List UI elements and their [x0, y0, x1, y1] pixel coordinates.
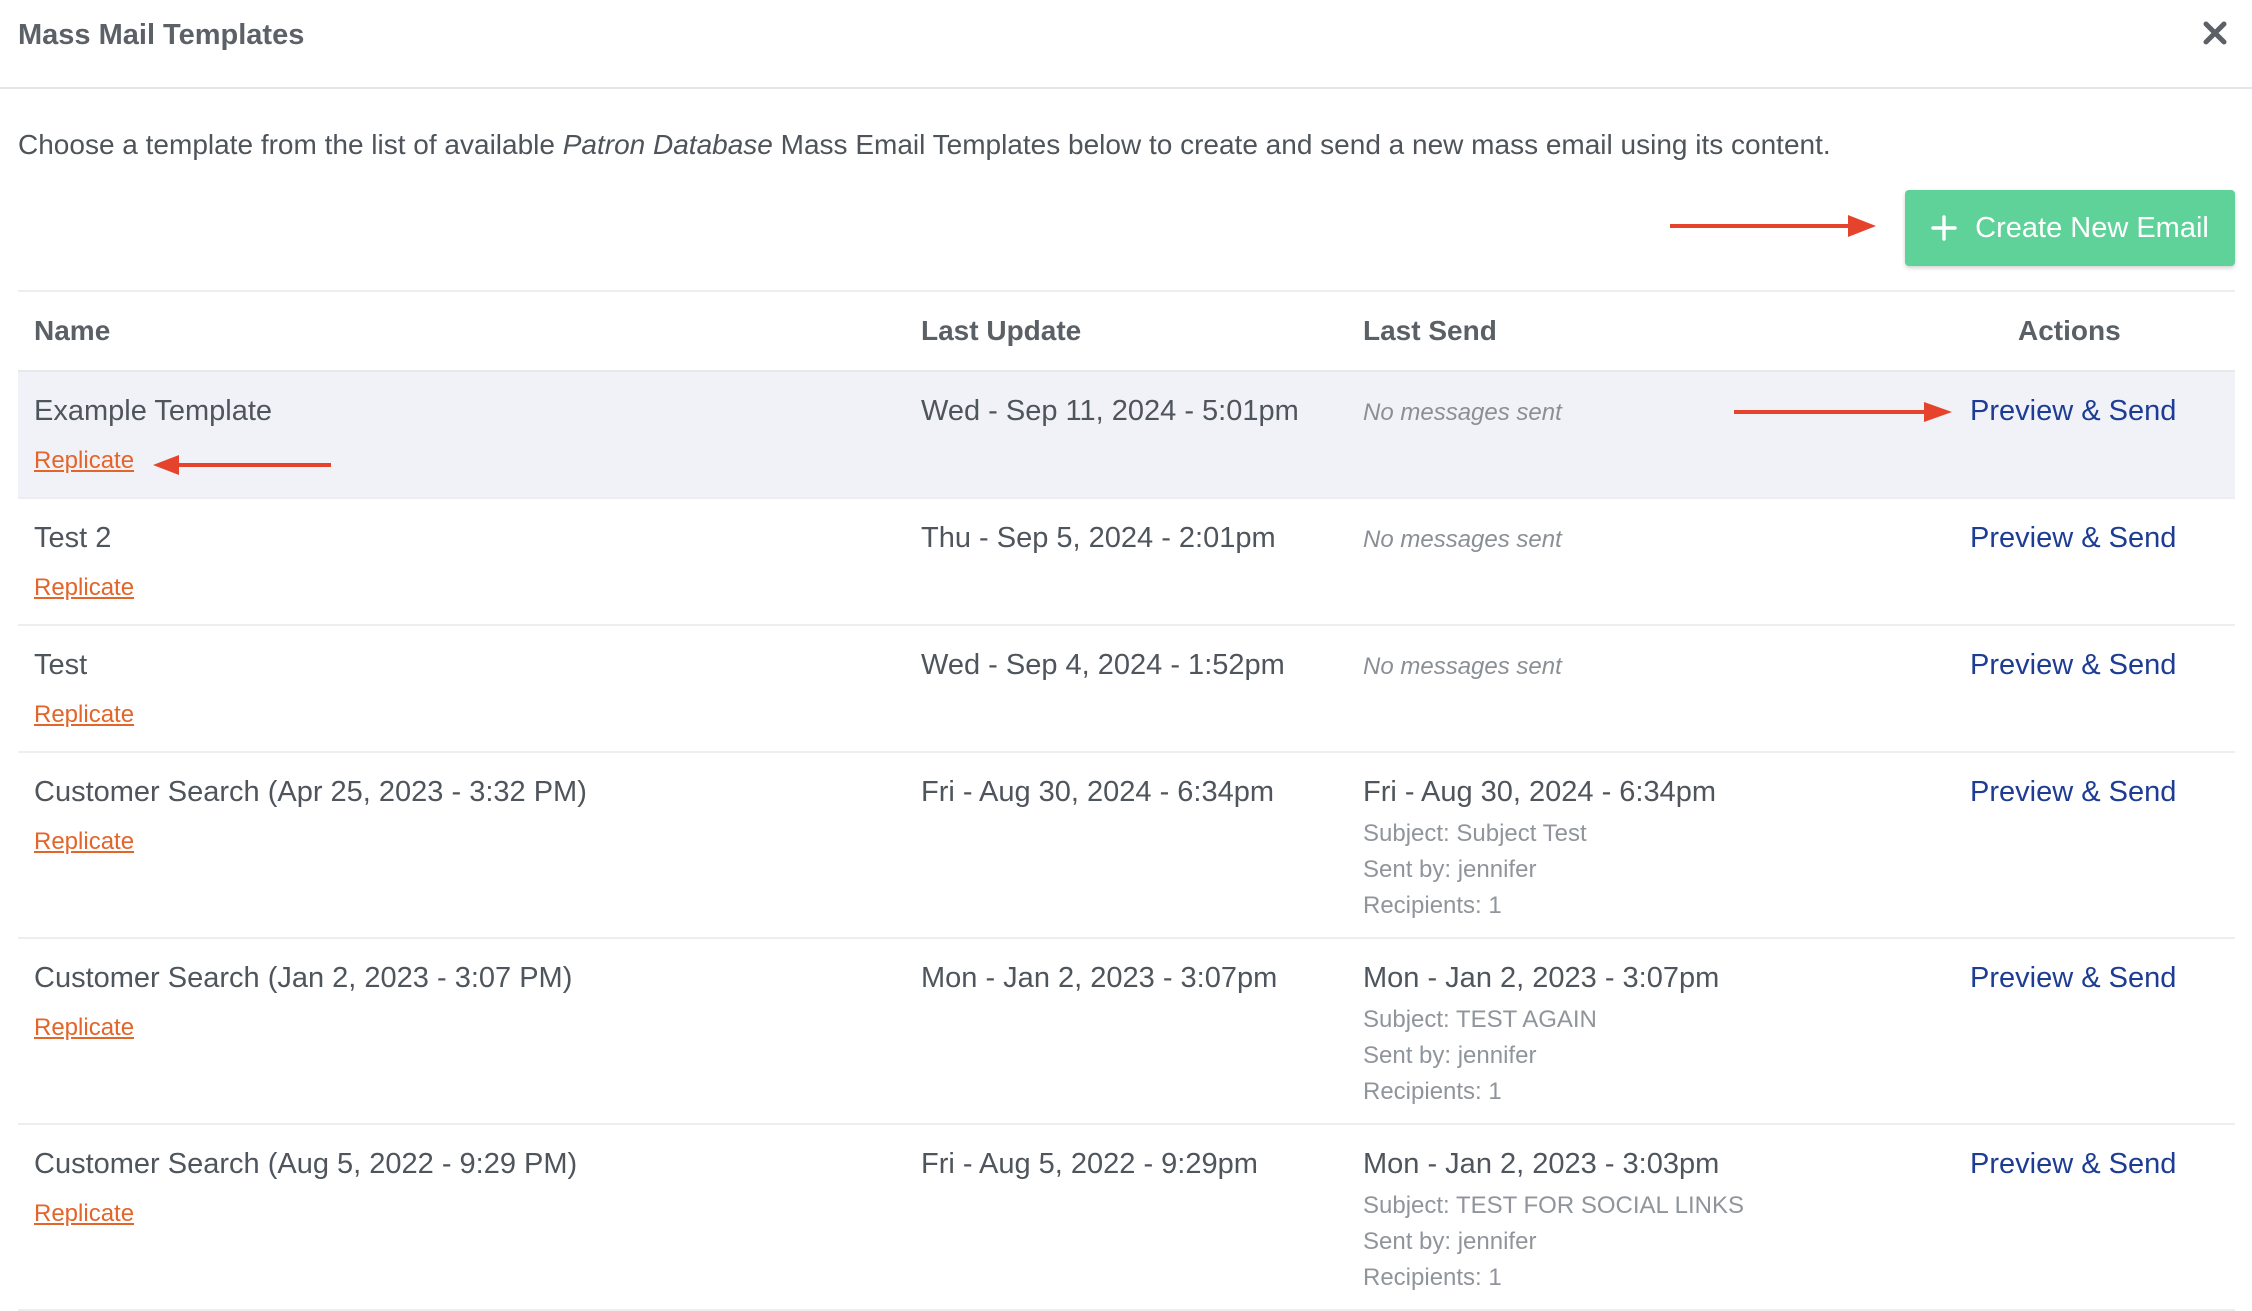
send-recipients: Recipients: 1 [1363, 1264, 1502, 1291]
template-name: Customer Search (Aug 5, 2022 - 9:29 PM) [34, 1148, 578, 1180]
preview-send-link[interactable]: Preview & Send [1970, 773, 2176, 811]
intro-text: Choose a template from the list of avail… [18, 126, 1831, 164]
column-header-actions: Actions [2018, 315, 2121, 346]
no-messages-text: No messages sent [1363, 653, 1562, 680]
last-update: Fri - Aug 5, 2022 - 9:29pm [921, 1148, 1258, 1180]
last-update: Thu - Sep 5, 2024 - 2:01pm [921, 522, 1276, 554]
template-name: Example Template [34, 395, 273, 427]
replicate-link[interactable]: Replicate [34, 1013, 134, 1043]
close-button[interactable] [2196, 14, 2234, 52]
no-messages-text: No messages sent [1363, 399, 1562, 426]
dialog-title: Mass Mail Templates [18, 19, 305, 51]
send-sent-by: Sent by: jennifer [1363, 1228, 1537, 1255]
plus-icon [1931, 215, 1957, 241]
close-icon [2203, 21, 2227, 45]
template-name: Customer Search (Jan 2, 2023 - 3:07 PM) [34, 962, 573, 994]
last-update: Wed - Sep 11, 2024 - 5:01pm [921, 395, 1299, 427]
annotation-arrow-left [153, 455, 331, 475]
column-header-last-update: Last Update [921, 315, 1082, 346]
create-new-email-button[interactable]: Create New Email [1905, 190, 2235, 266]
last-update: Mon - Jan 2, 2023 - 3:07pm [921, 962, 1278, 994]
send-recipients: Recipients: 1 [1363, 892, 1502, 919]
last-send-date: Mon - Jan 2, 2023 - 3:03pm [1363, 1148, 1720, 1180]
replicate-link[interactable]: Replicate [34, 446, 134, 476]
dialog-header: Mass Mail Templates [0, 0, 2252, 89]
table-row: Customer Search (Aug 5, 2022 - 9:29 PM) … [18, 1125, 2235, 1311]
send-sent-by: Sent by: jennifer [1363, 856, 1537, 883]
table-row: Test 2 Replicate Thu - Sep 5, 2024 - 2:0… [18, 499, 2235, 626]
intro-text-start: Choose a template from the list of avail… [18, 129, 563, 160]
template-name: Customer Search (Apr 25, 2023 - 3:32 PM) [34, 776, 587, 808]
column-header-last-send: Last Send [1363, 315, 1497, 346]
table-row: Customer Search (Apr 25, 2023 - 3:32 PM)… [18, 753, 2235, 939]
send-subject: Subject: Subject Test [1363, 820, 1587, 847]
last-update: Wed - Sep 4, 2024 - 1:52pm [921, 649, 1285, 681]
create-new-email-label: Create New Email [1975, 211, 2209, 244]
replicate-link[interactable]: Replicate [34, 1199, 134, 1229]
send-sent-by: Sent by: jennifer [1363, 1042, 1537, 1069]
last-send-date: Mon - Jan 2, 2023 - 3:07pm [1363, 962, 1720, 994]
last-send-date: Fri - Aug 30, 2024 - 6:34pm [1363, 776, 1717, 808]
replicate-link[interactable]: Replicate [34, 827, 134, 857]
table-header: Name Last Update Last Send Actions [18, 292, 2235, 372]
no-messages-text: No messages sent [1363, 526, 1562, 553]
preview-send-link[interactable]: Preview & Send [1970, 519, 2176, 557]
intro-text-database: Patron Database [562, 129, 773, 160]
annotation-arrow-right [1670, 215, 1876, 237]
column-header-name: Name [34, 315, 111, 346]
template-name: Test [34, 649, 88, 681]
annotation-arrow-right [1734, 402, 1952, 422]
last-update: Fri - Aug 30, 2024 - 6:34pm [921, 776, 1275, 808]
send-subject: Subject: TEST FOR SOCIAL LINKS [1363, 1192, 1745, 1219]
preview-send-link[interactable]: Preview & Send [1970, 646, 2176, 684]
preview-send-link[interactable]: Preview & Send [1970, 1145, 2176, 1183]
templates-table: Name Last Update Last Send Actions Examp… [18, 290, 2235, 1311]
template-name: Test 2 [34, 522, 112, 554]
preview-send-link[interactable]: Preview & Send [1970, 959, 2176, 997]
replicate-link[interactable]: Replicate [34, 700, 134, 730]
table-row: Customer Search (Jan 2, 2023 - 3:07 PM) … [18, 939, 2235, 1125]
table-row: Test Replicate Wed - Sep 4, 2024 - 1:52p… [18, 626, 2235, 753]
intro-text-end: Mass Email Templates below to create and… [772, 129, 1831, 160]
replicate-link[interactable]: Replicate [34, 573, 134, 603]
send-recipients: Recipients: 1 [1363, 1078, 1502, 1105]
preview-send-link[interactable]: Preview & Send [1970, 392, 2176, 430]
table-row: Example Template Replicate Wed - Sep 11,… [18, 372, 2235, 499]
send-subject: Subject: TEST AGAIN [1363, 1006, 1597, 1033]
